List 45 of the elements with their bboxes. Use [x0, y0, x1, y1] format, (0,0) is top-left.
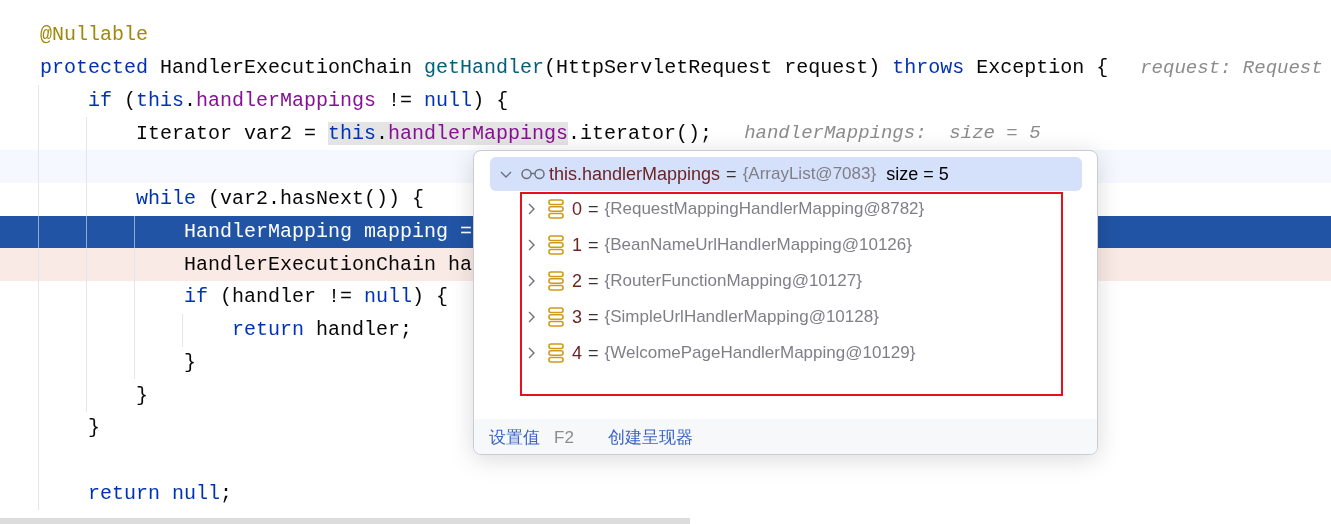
code-line: @Nullable: [39, 22, 149, 49]
code-line: protected HandlerExecutionChain getHandler(HttpServletRequest request) throws Exception {: [39, 55, 1109, 82]
equals-sign: =: [588, 341, 599, 365]
element-index: 0: [572, 197, 582, 221]
glasses-icon: [521, 168, 545, 180]
equals-sign: =: [588, 269, 599, 293]
code-line: }: [87, 415, 100, 442]
list-icon: [548, 307, 564, 327]
action-link[interactable]: 创建呈现器: [607, 424, 693, 451]
element-value: {SimpleUrlHandlerMapping@10128}: [604, 306, 879, 329]
size-label: size = 5: [886, 162, 949, 186]
code-line: }: [135, 382, 148, 409]
equals-sign: =: [588, 197, 599, 221]
horizontal-scrollbar[interactable]: [0, 518, 690, 524]
code-line: HandlerMapping mapping =: [183, 218, 473, 245]
list-icon: [548, 235, 564, 255]
equals-sign: =: [588, 233, 599, 257]
inlay-hint: handlerMappings: size = 5: [744, 121, 1041, 147]
list-icon: [548, 343, 564, 363]
element-value: {WelcomePageHandlerMapping@10129}: [604, 342, 916, 365]
element-value: {BeanNameUrlHandlerMapping@10126}: [604, 234, 912, 257]
element-value: {RequestMappingHandlerMapping@8782}: [604, 198, 925, 221]
element-index: 1: [572, 233, 582, 257]
inlay-hint: request: Request: [1140, 55, 1323, 81]
variable-value: {ArrayList@7083}: [742, 163, 877, 186]
element-index: 3: [572, 305, 582, 329]
list-icon: [548, 199, 564, 219]
code-line: if (handler != null) {: [183, 284, 449, 311]
code-line: }: [183, 349, 196, 376]
element-value: {RouterFunctionMapping@10127}: [604, 270, 862, 293]
code-line: return handler;: [231, 317, 413, 344]
code-line: while (var2.hasNext()) {: [135, 186, 425, 213]
code-line: HandlerExecutionChain ha: [183, 251, 473, 278]
equals-sign: =: [726, 162, 737, 186]
code-line: if (this.handlerMappings != null) {: [87, 87, 509, 114]
variable-name: this.handlerMappings: [549, 162, 721, 186]
code-line: return null;: [87, 480, 233, 507]
equals-sign: =: [588, 305, 599, 329]
code-line: Iterator var2 = this.handlerMappings.iterator();: [135, 120, 713, 147]
shortcut-label: F2: [554, 426, 574, 449]
action-link[interactable]: 设置值: [489, 424, 540, 451]
list-icon: [548, 271, 564, 291]
tree-row[interactable]: this.handlerMappings = {ArrayList@7083} size = 5: [490, 157, 1082, 191]
element-index: 2: [572, 269, 582, 293]
element-index: 4: [572, 341, 582, 365]
